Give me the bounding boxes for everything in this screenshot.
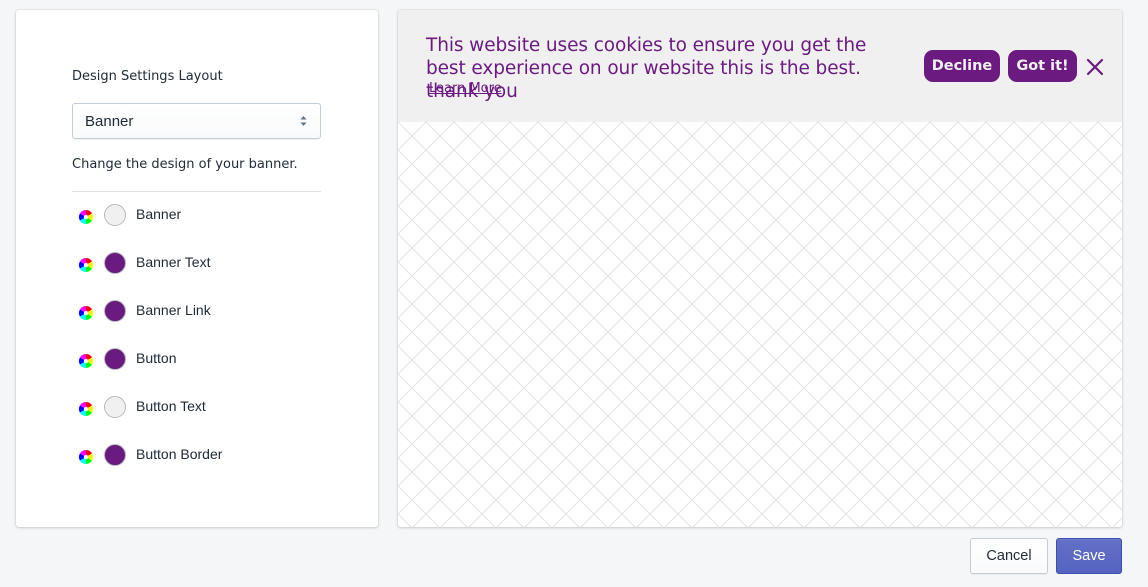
divider [72,191,321,192]
color-wheel-icon[interactable] [78,401,94,417]
layout-label: Design Settings Layout [72,69,223,84]
save-button[interactable]: Save [1056,538,1122,574]
color-swatch[interactable] [104,348,126,370]
color-row-button: Button [72,348,321,372]
decline-button[interactable]: Decline [924,50,1000,82]
color-swatch[interactable] [104,396,126,418]
color-wheel-icon[interactable] [78,353,94,369]
color-swatch[interactable] [104,204,126,226]
color-row-label: Button Text [136,398,206,414]
color-row-banner-text: Banner Text [72,252,321,276]
layout-help-text: Change the design of your banner. [72,157,298,172]
cancel-button[interactable]: Cancel [970,538,1048,574]
color-wheel-icon[interactable] [78,257,94,273]
color-row-button-border: Button Border [72,444,321,468]
layout-select[interactable]: Banner [72,103,321,139]
color-wheel-icon[interactable] [78,209,94,225]
color-row-label: Button Border [136,446,223,462]
color-wheel-icon[interactable] [78,305,94,321]
color-row-label: Banner Link [136,302,211,318]
color-wheel-icon[interactable] [78,449,94,465]
color-row-label: Banner Text [136,254,211,270]
color-row-banner: Banner [72,204,321,228]
design-settings-card: Design Settings Layout Banner Change the… [16,10,378,527]
learn-more-link[interactable]: Learn More [429,81,502,96]
color-row-button-text: Button Text [72,396,321,420]
cookie-banner: This website uses cookies to ensure you … [398,10,1122,122]
color-swatch[interactable] [104,252,126,274]
layout-select-value: Banner [85,113,134,130]
banner-preview: This website uses cookies to ensure you … [398,10,1122,527]
close-icon[interactable] [1086,58,1104,76]
select-arrows-icon [300,116,307,126]
color-row-label: Banner [136,206,182,222]
color-row-label: Button [136,350,177,366]
color-row-banner-link: Banner Link [72,300,321,324]
color-swatch[interactable] [104,300,126,322]
got-it-button[interactable]: Got it! [1008,50,1077,82]
color-swatch[interactable] [104,444,126,466]
